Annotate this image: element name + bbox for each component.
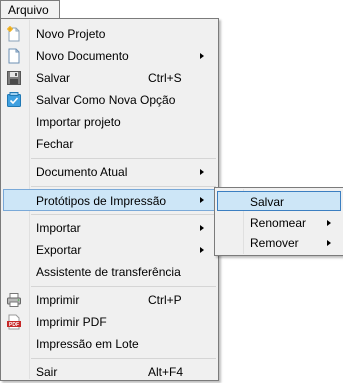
submenu-arrow-icon bbox=[327, 220, 331, 226]
new-project-icon bbox=[7, 26, 20, 42]
menu-item-label: Importar bbox=[36, 221, 81, 235]
menu-item-label: Fechar bbox=[36, 137, 74, 151]
menu-item-label: Imprimir PDF bbox=[36, 315, 107, 329]
submenu-item-label: Salvar bbox=[250, 195, 285, 209]
menu-item-importar[interactable]: Importar bbox=[3, 217, 216, 239]
submenu-arrow-icon bbox=[200, 247, 204, 253]
menu-item-imprimir[interactable]: Imprimir Ctrl+P bbox=[3, 289, 216, 311]
submenu-arrow-icon bbox=[200, 225, 204, 231]
submenu-arrow-icon bbox=[200, 169, 204, 175]
submenu-item-label: Remover bbox=[250, 236, 299, 250]
menu-item-shortcut: Ctrl+S bbox=[148, 71, 182, 85]
submenu-arrow-icon bbox=[200, 53, 204, 59]
menu-item-assistente-de-transferencia[interactable]: Assistente de transferência bbox=[3, 261, 216, 283]
svg-text:PDF: PDF bbox=[9, 322, 19, 328]
menu-item-label: Impressão em Lote bbox=[36, 337, 139, 351]
menu-item-label: Imprimir bbox=[36, 293, 80, 307]
menu-item-shortcut: Ctrl+P bbox=[148, 293, 182, 307]
menu-separator bbox=[31, 186, 216, 187]
menu-item-salvar-como-nova-opcao[interactable]: Salvar Como Nova Opção bbox=[3, 89, 216, 111]
menubar-arquivo[interactable]: Arquivo bbox=[0, 0, 60, 19]
printer-icon bbox=[7, 293, 21, 307]
menu-item-fechar[interactable]: Fechar bbox=[3, 133, 216, 155]
save-icon bbox=[7, 71, 21, 85]
pdf-icon: PDF bbox=[7, 314, 21, 330]
save-as-option-icon bbox=[7, 92, 21, 107]
menu-separator bbox=[31, 158, 216, 159]
submenu-arrow-icon bbox=[327, 240, 331, 246]
menu-item-label: Protótipos de Impressão bbox=[36, 194, 167, 208]
menu-item-label: Novo Documento bbox=[36, 49, 129, 63]
menu-item-sair[interactable]: Sair Alt+F4 bbox=[3, 361, 216, 383]
submenu-item-salvar[interactable]: Salvar bbox=[217, 191, 341, 211]
menu-separator bbox=[31, 358, 216, 359]
menu-separator bbox=[31, 214, 216, 215]
menu-item-shortcut: Alt+F4 bbox=[148, 365, 184, 379]
file-menu: Novo Projeto Novo Documento Salvar Ctrl+… bbox=[0, 18, 219, 381]
menu-item-label: Assistente de transferência bbox=[36, 265, 181, 279]
menu-item-importar-projeto[interactable]: Importar projeto bbox=[3, 111, 216, 133]
submenu-item-renomear[interactable]: Renomear bbox=[217, 213, 341, 233]
menu-item-label: Importar projeto bbox=[36, 115, 121, 129]
print-prototypes-submenu: Salvar Renomear Remover bbox=[214, 187, 343, 256]
menu-item-novo-documento[interactable]: Novo Documento bbox=[3, 45, 216, 67]
menu-item-prototipos-de-impressao[interactable]: Protótipos de Impressão bbox=[3, 189, 216, 211]
menu-item-exportar[interactable]: Exportar bbox=[3, 239, 216, 261]
menu-separator bbox=[31, 286, 216, 287]
menu-item-documento-atual[interactable]: Documento Atual bbox=[3, 161, 216, 183]
menu-item-label: Exportar bbox=[36, 243, 82, 257]
new-document-icon bbox=[8, 48, 20, 64]
menu-item-label: Salvar bbox=[36, 71, 71, 85]
menu-item-novo-projeto[interactable]: Novo Projeto bbox=[3, 23, 216, 45]
menu-item-label: Novo Projeto bbox=[36, 27, 106, 41]
submenu-item-label: Renomear bbox=[250, 216, 307, 230]
menu-item-imprimir-pdf[interactable]: PDF Imprimir PDF bbox=[3, 311, 216, 333]
submenu-arrow-icon bbox=[200, 197, 204, 203]
menu-item-salvar[interactable]: Salvar Ctrl+S bbox=[3, 67, 216, 89]
menu-item-impressao-em-lote[interactable]: Impressão em Lote bbox=[3, 333, 216, 355]
menu-item-label: Salvar Como Nova Opção bbox=[36, 93, 176, 107]
submenu-item-remover[interactable]: Remover bbox=[217, 233, 341, 253]
menu-item-label: Sair bbox=[36, 365, 58, 379]
menu-item-label: Documento Atual bbox=[36, 165, 128, 179]
